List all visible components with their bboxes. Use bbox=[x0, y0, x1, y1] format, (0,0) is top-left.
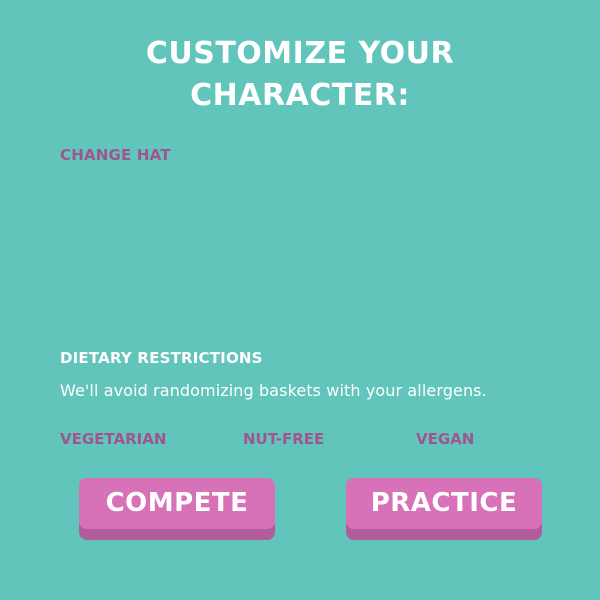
page-title: CUSTOMIZE YOUR CHARACTER: bbox=[0, 33, 600, 117]
compete-button-label: COMPETE bbox=[79, 478, 275, 529]
hat-preview-area bbox=[60, 172, 540, 332]
change-hat-button[interactable]: CHANGE HAT bbox=[60, 146, 171, 164]
page-title-line-2: CHARACTER: bbox=[190, 78, 410, 113]
nut-free-option[interactable]: NUT-FREE bbox=[243, 430, 324, 448]
vegetarian-option[interactable]: VEGETARIAN bbox=[60, 430, 166, 448]
practice-button-label: PRACTICE bbox=[346, 478, 542, 529]
dietary-restrictions-heading: DIETARY RESTRICTIONS bbox=[60, 349, 263, 367]
customize-screen: CUSTOMIZE YOUR CHARACTER: CHANGE HAT DIE… bbox=[0, 0, 600, 600]
dietary-restrictions-description: We'll avoid randomizing baskets with you… bbox=[60, 381, 487, 400]
practice-button[interactable]: PRACTICE bbox=[346, 478, 542, 540]
vegan-option[interactable]: VEGAN bbox=[416, 430, 474, 448]
compete-button[interactable]: COMPETE bbox=[79, 478, 275, 540]
page-title-line-1: CUSTOMIZE YOUR bbox=[145, 36, 455, 71]
